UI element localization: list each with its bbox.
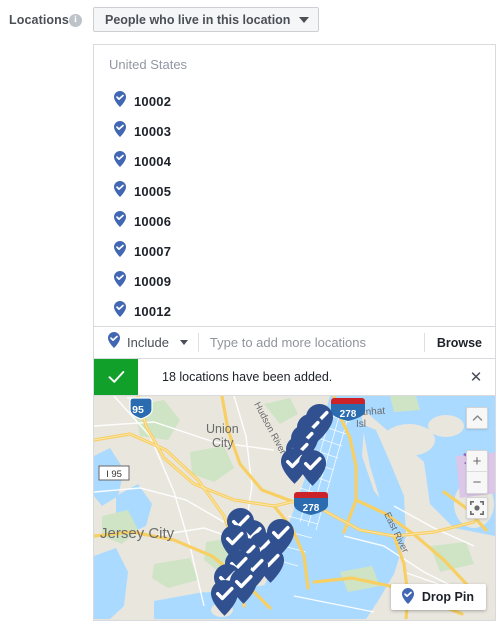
map-pin-check-icon bbox=[114, 120, 126, 142]
drop-pin-label: Drop Pin bbox=[421, 590, 474, 604]
crosshair-icon bbox=[470, 501, 484, 515]
svg-text:Isl: Isl bbox=[356, 419, 366, 430]
toast-message: 18 locations have been added. bbox=[162, 370, 333, 384]
list-item[interactable]: 10009 bbox=[94, 266, 495, 296]
list-item[interactable]: 10006 bbox=[94, 206, 495, 236]
svg-text:95: 95 bbox=[132, 404, 144, 416]
list-item[interactable]: 10005 bbox=[94, 176, 495, 206]
compass-button[interactable] bbox=[466, 407, 488, 429]
locate-button[interactable] bbox=[466, 497, 488, 519]
location-name: 10003 bbox=[134, 123, 172, 139]
svg-text:I 95: I 95 bbox=[106, 469, 122, 480]
location-name: 10012 bbox=[134, 303, 172, 319]
location-name: 10002 bbox=[134, 93, 172, 109]
list-item[interactable]: 10012 bbox=[94, 296, 495, 326]
audience-type-dropdown[interactable]: People who live in this location bbox=[93, 7, 320, 32]
zoom-in-button[interactable]: + bbox=[467, 451, 487, 472]
svg-text:278: 278 bbox=[340, 409, 357, 420]
map-pin-check-icon bbox=[114, 180, 126, 202]
chevron-down-icon bbox=[179, 340, 188, 345]
add-location-input[interactable] bbox=[198, 335, 424, 350]
location-name: 10006 bbox=[134, 213, 172, 229]
browse-button[interactable]: Browse bbox=[425, 336, 495, 350]
svg-text:City: City bbox=[212, 436, 234, 450]
map-pin-check-icon bbox=[401, 587, 414, 607]
success-toast: 18 locations have been added. ✕ bbox=[93, 359, 496, 396]
locations-panel: United States 10002 10003 10004 10005 10006 1… bbox=[93, 44, 496, 359]
locations-targeting-panel: Locations i People who live in this loca… bbox=[0, 0, 503, 630]
info-icon[interactable]: i bbox=[69, 14, 82, 27]
zoom-out-button[interactable]: − bbox=[467, 472, 487, 493]
map-label-union-city: Union bbox=[206, 422, 239, 436]
map-pin-check-icon bbox=[114, 210, 126, 232]
drop-pin-button[interactable]: Drop Pin bbox=[390, 584, 486, 610]
checkmark-icon bbox=[94, 359, 138, 395]
page-title: Locations bbox=[9, 13, 69, 27]
location-map[interactable]: Union City Jersey City Manhat Isl Hudson… bbox=[93, 396, 496, 621]
chevron-up-icon bbox=[472, 415, 482, 421]
map-pin-check-icon bbox=[114, 90, 126, 112]
add-location-bar: Include Browse bbox=[94, 326, 495, 358]
svg-text:278: 278 bbox=[303, 503, 320, 514]
close-icon[interactable]: ✕ bbox=[457, 368, 495, 386]
location-name: 10004 bbox=[134, 153, 172, 169]
location-name: 10009 bbox=[134, 273, 172, 289]
audience-type-value: People who live in this location bbox=[105, 12, 291, 27]
map-pin-check-icon bbox=[114, 240, 126, 262]
list-item[interactable]: 10004 bbox=[94, 146, 495, 176]
map-label-jersey-city: Jersey City bbox=[100, 525, 175, 542]
include-label: Include bbox=[127, 335, 169, 350]
include-exclude-dropdown[interactable]: Include bbox=[94, 327, 198, 358]
list-item[interactable]: 10003 bbox=[94, 116, 495, 146]
country-header: United States bbox=[109, 57, 188, 72]
map-pin-check-icon bbox=[114, 300, 126, 322]
zoom-controls: + − bbox=[466, 450, 488, 494]
location-name: 10005 bbox=[134, 183, 172, 199]
map-pin-check-icon bbox=[114, 150, 126, 172]
locations-list: 10002 10003 10004 10005 10006 10007 10009 10012 bbox=[94, 86, 495, 326]
list-item[interactable]: 10002 bbox=[94, 86, 495, 116]
map-pin-check-icon bbox=[108, 332, 120, 353]
map-pin-check-icon bbox=[114, 270, 126, 292]
shield-i95-plain: I 95 bbox=[98, 465, 130, 481]
location-name: 10007 bbox=[134, 243, 172, 259]
chevron-down-icon bbox=[299, 16, 310, 23]
locations-header: Locations i People who live in this loca… bbox=[0, 0, 503, 44]
list-item[interactable]: 10007 bbox=[94, 236, 495, 266]
